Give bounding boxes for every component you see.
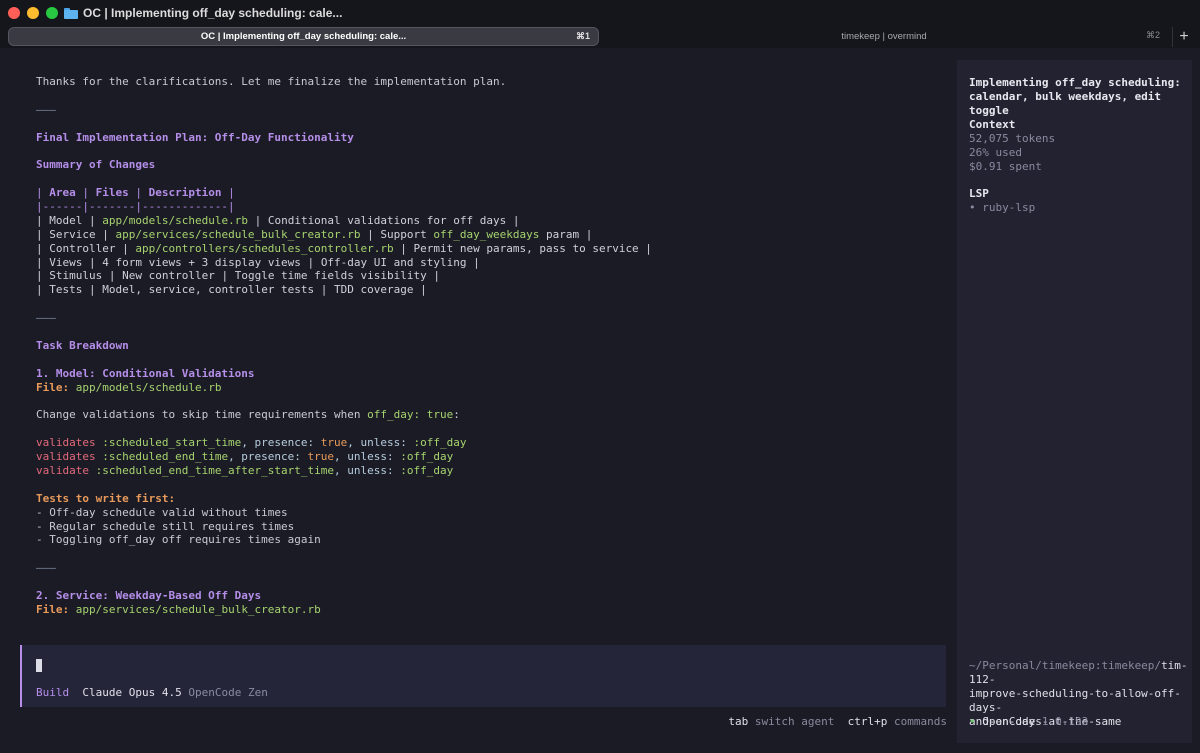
table-separator: |------|-------|-------------|: [36, 200, 235, 214]
code-line: validate :scheduled_end_time_after_start…: [36, 463, 454, 477]
task-breakdown-heading: Task Breakdown: [36, 338, 129, 352]
table-header: | Area | Files | Description |: [36, 186, 235, 200]
session-title: Implementing off_day scheduling: calenda…: [969, 76, 1181, 117]
task2-title: 2. Service: Weekday-Based Off Days: [36, 588, 262, 602]
task2-file: File: app/services/schedule_bulk_creator…: [36, 602, 321, 616]
window-title-text: OC | Implementing off_day scheduling: ca…: [83, 6, 343, 20]
conversation-pane: Thanks for the clarifications. Let me fi…: [0, 48, 955, 753]
tab-bar: OC | Implementing off_day scheduling: ca…: [0, 26, 1200, 48]
model-selector[interactable]: Build Claude Opus 4.5 OpenCode Zen: [36, 686, 268, 699]
title-bar: OC | Implementing off_day scheduling: ca…: [0, 0, 1200, 26]
folder-icon: [64, 7, 78, 19]
tab-label: OC | Implementing off_day scheduling: ca…: [200, 31, 407, 42]
code-line: validates :scheduled_start_time, presenc…: [36, 436, 467, 450]
list-item: - Off-day schedule valid without times: [36, 505, 288, 519]
table-row: | Stimulus | New controller | Toggle tim…: [36, 269, 441, 283]
plus-icon: +: [1179, 28, 1189, 45]
tab-shortcut: ⌘1: [575, 31, 590, 41]
window-title: OC | Implementing off_day scheduling: ca…: [64, 5, 342, 21]
tab-shortcut: ⌘2: [1145, 30, 1160, 40]
tab-label: timekeep | overmind: [841, 31, 927, 42]
minimize-window-button[interactable]: [27, 7, 39, 19]
summary-heading: Summary of Changes: [36, 158, 156, 172]
provider-name: OpenCode Zen: [188, 686, 268, 699]
prompt-input[interactable]: Build Claude Opus 4.5 OpenCode Zen: [20, 645, 946, 707]
model-name[interactable]: Claude Opus 4.5: [82, 686, 181, 699]
tab-oc[interactable]: OC | Implementing off_day scheduling: ca…: [8, 27, 599, 46]
lsp-item: • ruby-lsp: [969, 201, 1036, 214]
task1-change-text: Change validations to skip time requirem…: [36, 408, 460, 422]
tests-heading: Tests to write first:: [36, 491, 176, 505]
table-row: | Model | app/models/schedule.rb | Condi…: [36, 213, 520, 227]
context-heading: Context: [969, 118, 1016, 131]
token-count: 52,075 tokens: [969, 132, 1056, 145]
table-row: | Views | 4 form views + 3 display views…: [36, 255, 480, 269]
horizontal-rule: ———: [36, 311, 56, 325]
list-item: - Toggling off_day off requires times ag…: [36, 533, 321, 547]
session-sidebar: Implementing off_day scheduling: calenda…: [957, 60, 1192, 743]
agent-mode[interactable]: Build: [36, 686, 69, 699]
code-line: validates :scheduled_end_time, presence:…: [36, 450, 454, 464]
lsp-heading: LSP: [969, 187, 989, 200]
table-row: | Tests | Model, service, controller tes…: [36, 283, 427, 297]
zoom-window-button[interactable]: [46, 7, 58, 19]
close-window-button[interactable]: [8, 7, 20, 19]
list-item: - Regular schedule still requires times: [36, 519, 295, 533]
new-tab-button[interactable]: +: [1172, 27, 1195, 47]
text-cursor: [36, 659, 42, 672]
cost-spent: $0.91 spent: [969, 160, 1042, 173]
status-dot-icon: •: [969, 715, 976, 728]
assistant-message: Thanks for the clarifications. Let me fi…: [36, 75, 946, 617]
horizontal-rule: ———: [36, 561, 56, 575]
keyboard-hints: tab switch agent ctrl+p commands: [728, 715, 947, 728]
tab-timekeep[interactable]: timekeep | overmind ⌘2: [600, 27, 1168, 46]
horizontal-rule: ———: [36, 102, 56, 116]
task1-title: 1. Model: Conditional Validations: [36, 366, 255, 380]
plan-title: Final Implementation Plan: Off-Day Funct…: [36, 130, 354, 144]
table-row: | Service | app/services/schedule_bulk_c…: [36, 227, 593, 241]
table-row: | Controller | app/controllers/schedules…: [36, 241, 652, 255]
app-version: • OpenCode 1.0.193: [969, 715, 1089, 728]
context-used: 26% used: [969, 146, 1022, 159]
intro-text: Thanks for the clarifications. Let me fi…: [36, 75, 507, 88]
lsp-section: LSP • ruby-lsp: [969, 187, 1187, 215]
context-section: Context 52,075 tokens 26% used $0.91 spe…: [969, 118, 1187, 174]
task1-file: File: app/models/schedule.rb: [36, 380, 222, 394]
